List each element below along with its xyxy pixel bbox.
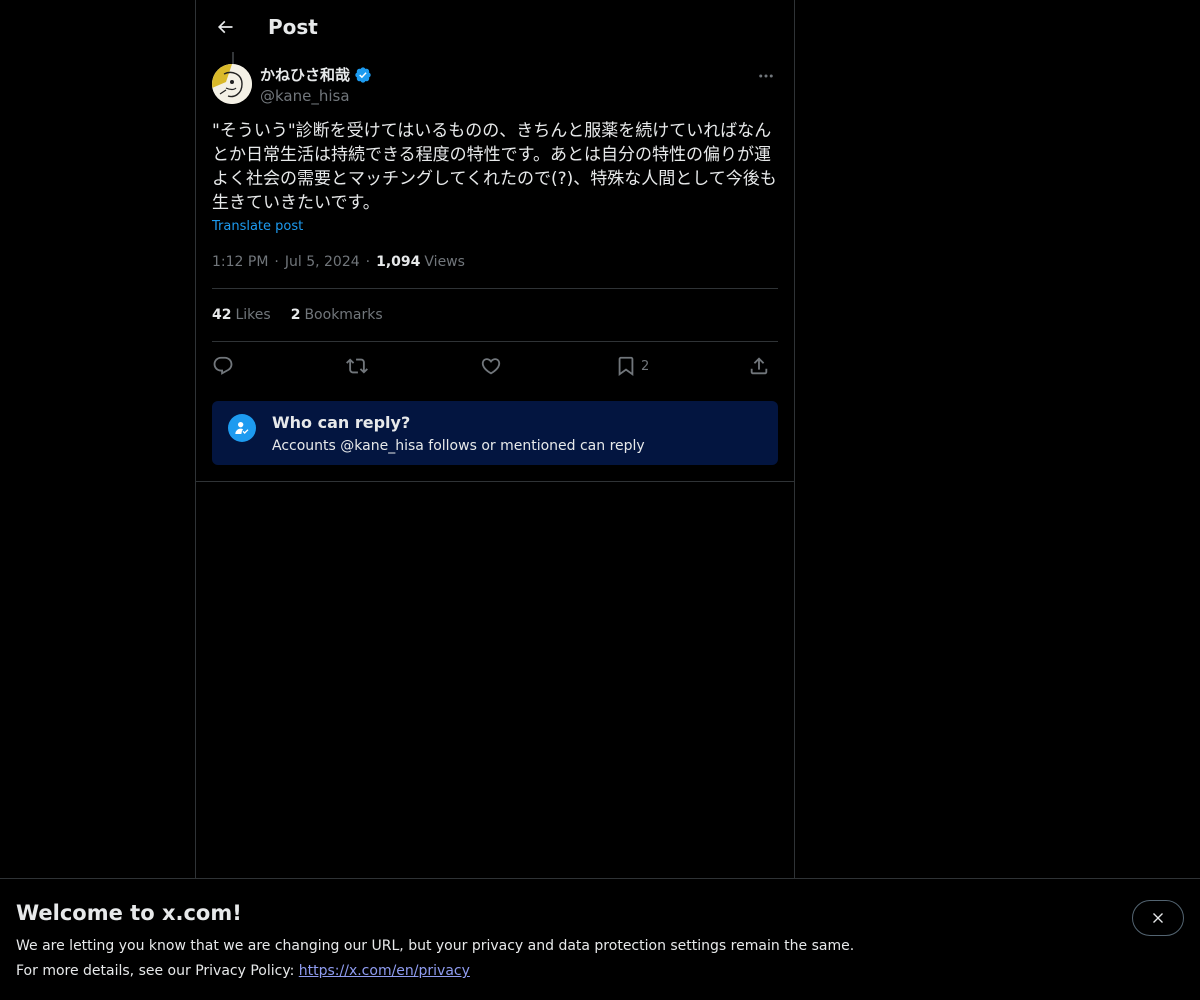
close-icon [1153, 913, 1163, 923]
verified-badge-icon [355, 67, 371, 83]
heart-icon [481, 358, 501, 375]
post-actions: 2 [212, 350, 778, 382]
divider [196, 481, 794, 482]
bookmark-count: 2 [641, 358, 650, 374]
banner-privacy-line: For more details, see our Privacy Policy… [16, 961, 470, 981]
person-check-icon [228, 414, 256, 442]
reply-restriction-notice: Who can reply? Accounts @kane_hisa follo… [212, 401, 778, 465]
post-author-row: かねひさ和哉 @kane_hisa [212, 64, 778, 108]
views-count: 1,094 [376, 254, 421, 270]
more-options-button[interactable] [754, 64, 778, 88]
privacy-policy-link[interactable]: https://x.com/en/privacy [299, 963, 470, 979]
share-icon [750, 357, 768, 375]
share-button[interactable] [748, 350, 770, 382]
arrow-left-icon [217, 20, 233, 34]
post-time[interactable]: 1:12 PM [212, 252, 268, 272]
more-horizontal-icon [759, 74, 773, 78]
likes-count: 42 [212, 307, 232, 323]
back-button[interactable] [208, 10, 242, 44]
author-handle[interactable]: @kane_hisa [260, 86, 350, 106]
bookmarks-stat[interactable]: 2 Bookmarks [291, 305, 383, 325]
translate-post-link[interactable]: Translate post [212, 218, 303, 236]
bookmark-icon [618, 356, 634, 377]
primary-column: Post かねひさ和哉 @kane_hisa "そういう"診断を受けてはいるもの… [195, 0, 795, 878]
likes-label: Likes [235, 307, 271, 323]
banner-privacy-prefix: For more details, see our Privacy Policy… [16, 963, 299, 979]
repost-icon [346, 358, 368, 374]
author-name-group[interactable]: かねひさ和哉 [260, 65, 372, 85]
page-title: Post [268, 15, 318, 39]
meta-separator: · [274, 254, 279, 270]
post-date[interactable]: Jul 5, 2024 [285, 252, 360, 272]
banner-close-button[interactable] [1132, 900, 1184, 936]
post-text: "そういう"診断を受けてはいるものの、きちんと服薬を続けていればなんとか日常生活… [212, 121, 777, 213]
banner-title: Welcome to x.com! [16, 901, 242, 925]
likes-stat[interactable]: 42 Likes [212, 305, 271, 325]
banner-message: We are letting you know that we are chan… [16, 938, 855, 954]
bookmarks-count: 2 [290, 307, 301, 323]
post-meta: 1:12 PM · Jul 5, 2024 · 1,094 Views [212, 252, 465, 272]
url-change-banner: Welcome to x.com! We are letting you kno… [0, 878, 1200, 1000]
reply-restriction-subtitle: Accounts @kane_hisa follows or mentioned… [272, 438, 645, 454]
author-display-name[interactable]: かねひさ和哉 [260, 65, 350, 85]
reply-icon [213, 356, 233, 375]
divider [212, 288, 778, 289]
like-button[interactable] [480, 350, 502, 382]
meta-separator: · [365, 254, 371, 270]
bookmarks-label: Bookmarks [304, 307, 383, 323]
post-stats: 42 Likes 2 Bookmarks [212, 305, 383, 325]
divider [212, 341, 778, 342]
bookmark-button[interactable]: 2 [615, 350, 649, 382]
reply-restriction-title: Who can reply? [272, 413, 411, 432]
page-header: Post [196, 0, 794, 54]
repost-button[interactable] [346, 350, 368, 382]
thread-connector [232, 52, 234, 64]
views-label: Views [424, 254, 465, 270]
reply-button[interactable] [212, 350, 234, 382]
avatar[interactable] [212, 64, 252, 104]
